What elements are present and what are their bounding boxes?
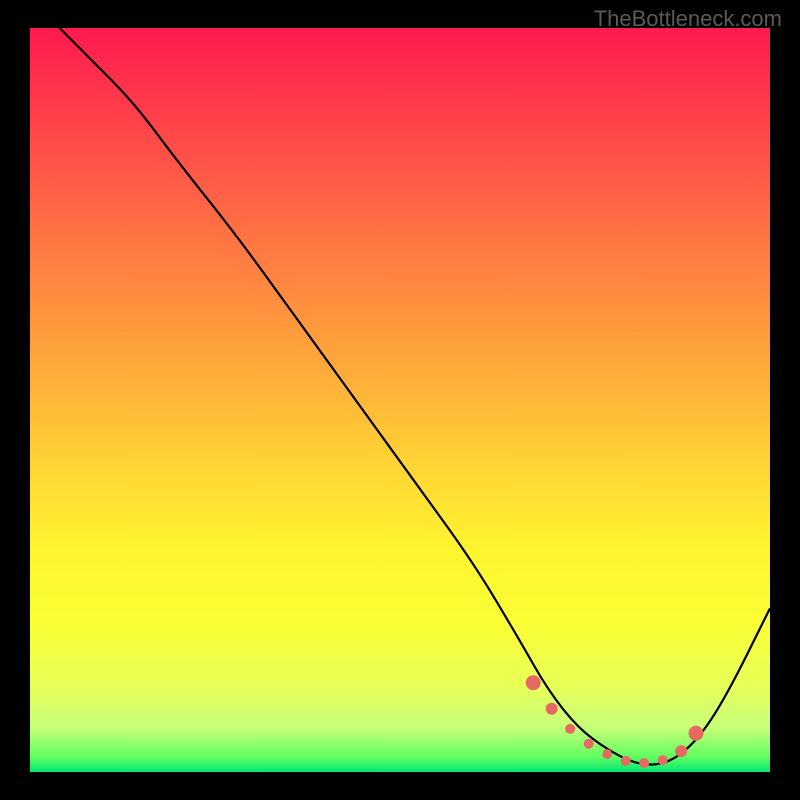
curve-marker	[526, 675, 541, 690]
chart-svg	[30, 28, 770, 772]
curve-marker	[675, 745, 687, 757]
curve-marker	[602, 749, 612, 759]
watermark-text: TheBottleneck.com	[594, 6, 782, 32]
curve-line	[60, 28, 770, 765]
curve-marker	[639, 758, 649, 768]
curve-marker	[565, 724, 575, 734]
curve-marker	[689, 726, 704, 741]
curve-marker	[658, 755, 668, 765]
chart-plot-area	[30, 28, 770, 772]
curve-marker	[584, 739, 594, 749]
curve-marker	[546, 703, 558, 715]
curve-marker	[621, 756, 631, 766]
